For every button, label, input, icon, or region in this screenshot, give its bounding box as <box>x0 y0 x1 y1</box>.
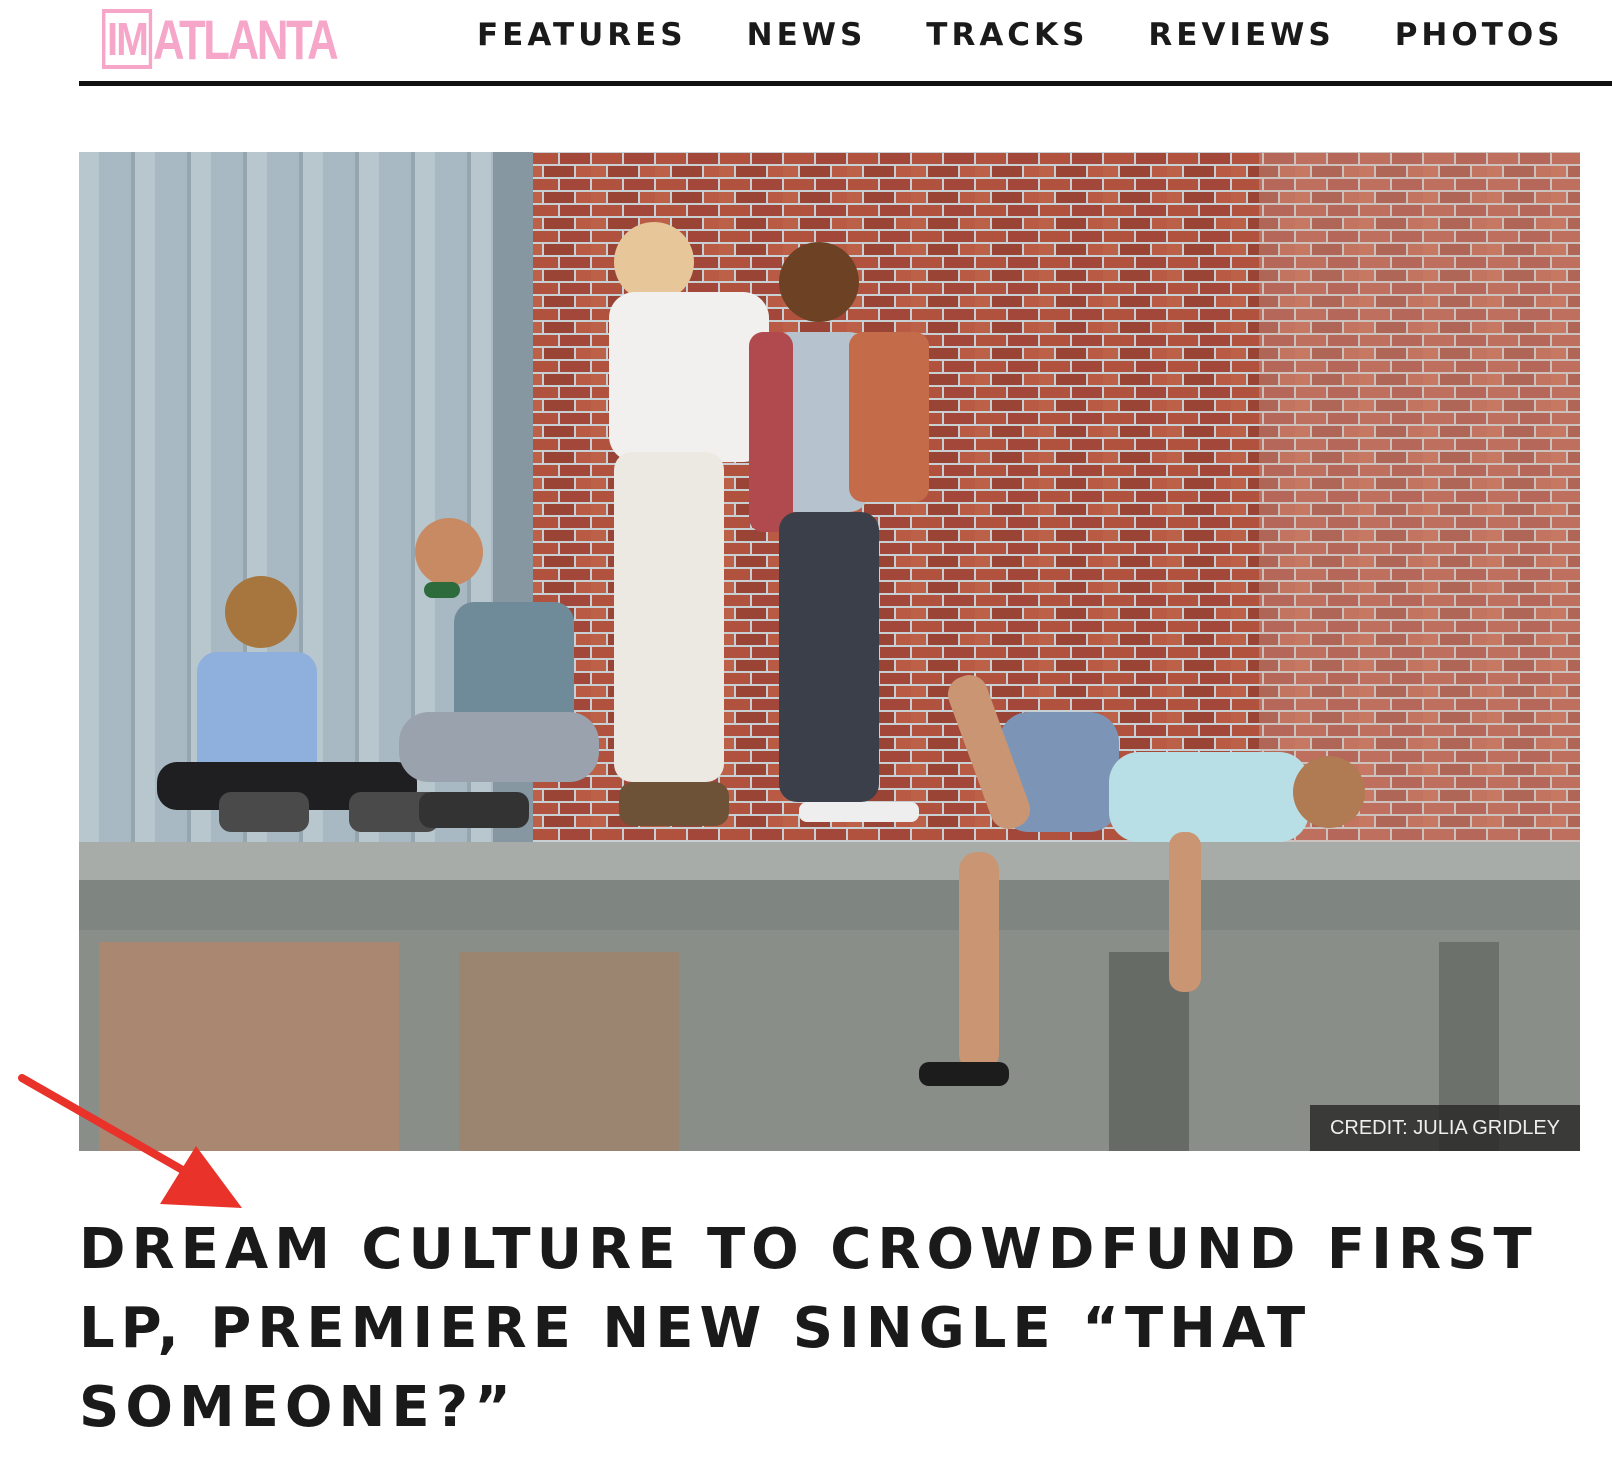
main-nav: FEATURES NEWS TRACKS REVIEWS PHOTOS <box>477 14 1564 56</box>
photo-credit: CREDIT: JULIA GRIDLEY <box>1309 1105 1580 1151</box>
nav-tracks[interactable]: TRACKS <box>926 17 1088 53</box>
nav-news[interactable]: NEWS <box>747 17 867 53</box>
site-header: IM ATLANTA FEATURES NEWS TRACKS REVIEWS … <box>79 0 1612 86</box>
logo-mark: IM <box>102 9 153 69</box>
nav-reviews[interactable]: REVIEWS <box>1148 17 1334 53</box>
hero-photo: CREDIT: JULIA GRIDLEY <box>79 152 1580 1151</box>
logo-city: ATLANTA <box>153 7 339 71</box>
nav-features[interactable]: FEATURES <box>477 17 687 53</box>
band-photo-illustration <box>79 152 1580 1151</box>
site-logo[interactable]: IM ATLANTA <box>102 7 388 71</box>
nav-photos[interactable]: PHOTOS <box>1395 17 1564 53</box>
article-headline[interactable]: DREAM CULTURE TO CROWDFUND FIRST LP, PRE… <box>79 1210 1599 1447</box>
red-arrow-icon <box>18 1074 242 1208</box>
